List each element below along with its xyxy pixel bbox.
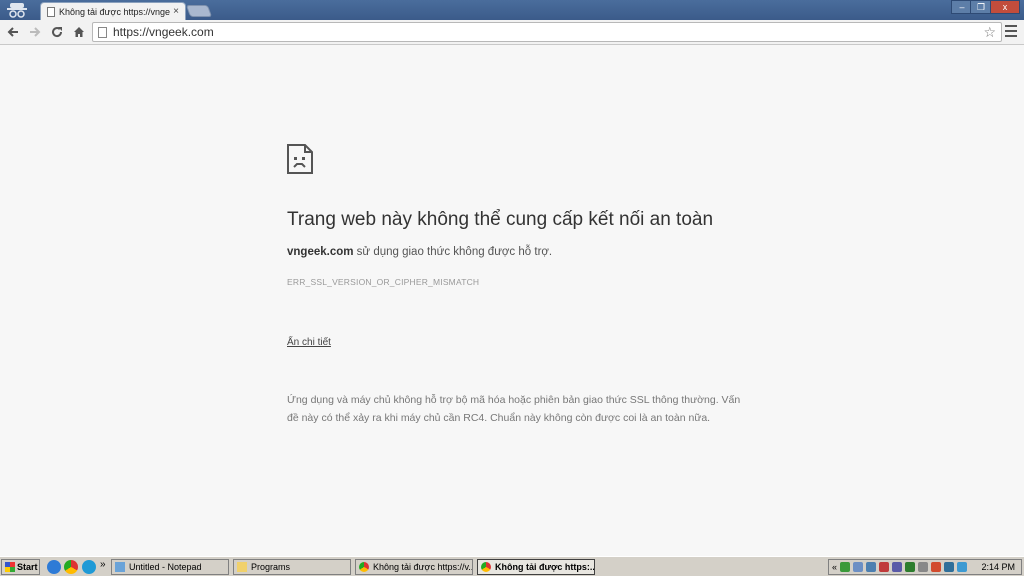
task-chrome-2[interactable]: Không tải được https:... [477, 559, 595, 575]
maximize-button[interactable]: ❐ [970, 0, 992, 14]
start-button[interactable]: Start [1, 559, 40, 575]
incognito-icon [7, 3, 27, 18]
folder-icon [237, 562, 247, 572]
arrow-right-icon [30, 27, 41, 37]
tray-app-icon[interactable] [840, 562, 851, 572]
task-label: Programs [251, 562, 291, 572]
chrome-icon [359, 562, 369, 572]
menu-button[interactable] [1005, 25, 1017, 39]
sad-page-icon [287, 144, 313, 174]
menu-bar-line [1005, 30, 1017, 32]
bookmark-star-icon[interactable]: ☆ [983, 24, 996, 41]
start-label: Start [17, 562, 38, 572]
tab-close-icon[interactable]: × [173, 6, 179, 17]
task-notepad[interactable]: Untitled - Notepad [111, 559, 229, 575]
tray-app-icon[interactable] [944, 562, 955, 572]
tab-active[interactable]: Không tải được https://vnge × [40, 2, 186, 20]
error-code: ERR_SSL_VERSION_OR_CIPHER_MISMATCH [287, 277, 480, 287]
page-icon [98, 26, 107, 38]
error-host: vngeek.com [287, 246, 354, 258]
tray-app-icon[interactable] [879, 562, 890, 572]
tray-app-icon[interactable] [918, 562, 929, 572]
error-details-text: Ứng dụng và máy chủ không hỗ trợ bộ mã h… [287, 394, 741, 424]
tab-title: Không tải được https://vnge [59, 6, 170, 17]
task-label: Untitled - Notepad [129, 562, 202, 572]
quicklaunch-chevron-icon[interactable]: » [100, 559, 106, 570]
task-label: Không tải được https:... [495, 562, 595, 572]
quicklaunch-chrome-icon[interactable] [64, 560, 78, 574]
back-button[interactable] [4, 23, 22, 41]
error-summary: vngeek.com sử dụng giao thức không được … [287, 246, 552, 258]
tray-app-icon[interactable] [931, 562, 942, 572]
tray-chevron-icon[interactable]: « [832, 562, 837, 572]
windows-logo-icon [5, 562, 15, 572]
taskbar-clock: 2:14 PM [981, 562, 1015, 572]
page-icon [47, 6, 55, 17]
arrow-left-icon [7, 27, 18, 37]
task-chrome-1[interactable]: Không tải được https://v... [355, 559, 473, 575]
notepad-icon [115, 562, 125, 572]
close-window-button[interactable]: x [990, 0, 1020, 14]
new-tab-button[interactable] [185, 5, 213, 17]
chrome-icon [481, 562, 491, 572]
tray-app-icon[interactable] [892, 562, 903, 572]
quicklaunch-ie-icon[interactable] [47, 560, 61, 574]
signal-bars-icon[interactable] [905, 562, 916, 572]
windows-taskbar: Start » Untitled - Notepad Programs Khôn… [0, 556, 1024, 576]
browser-toolbar: https://vngeek.com ☆ [0, 20, 1024, 45]
system-tray: « 2:14 PM [828, 559, 1022, 575]
url-text: https://vngeek.com [113, 25, 214, 39]
forward-button[interactable] [26, 23, 44, 41]
home-icon [74, 27, 84, 37]
tray-app-icon[interactable] [957, 562, 968, 572]
reload-icon [52, 27, 63, 38]
page-content: Trang web này không thể cung cấp kết nối… [0, 46, 1024, 556]
tray-app-icon[interactable] [853, 562, 864, 572]
error-summary-text: sử dụng giao thức không được hỗ trợ. [353, 246, 553, 258]
error-title: Trang web này không thể cung cấp kết nối… [287, 209, 714, 230]
task-label: Không tải được https://v... [373, 562, 473, 572]
task-programs[interactable]: Programs [233, 559, 351, 575]
menu-bar-line [1005, 35, 1017, 37]
address-bar[interactable]: https://vngeek.com ☆ [92, 22, 1002, 42]
reload-button[interactable] [48, 23, 66, 41]
home-button[interactable] [70, 23, 88, 41]
quicklaunch-browser-icon[interactable] [82, 560, 96, 574]
menu-bar-line [1005, 25, 1017, 27]
hide-details-link[interactable]: Ẩn chi tiết [287, 337, 331, 348]
tray-app-icon[interactable] [866, 562, 877, 572]
window-titlebar: Không tải được https://vnge × – ❐ x [0, 0, 1024, 20]
